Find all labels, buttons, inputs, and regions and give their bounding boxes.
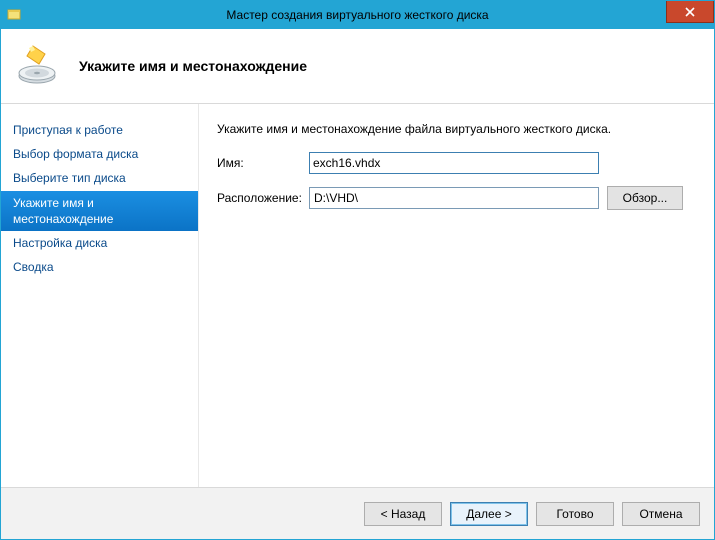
sidebar-step-start[interactable]: Приступая к работе <box>1 118 198 142</box>
location-row: Расположение: Обзор... <box>217 186 698 210</box>
wizard-body: Приступая к работе Выбор формата диска В… <box>1 104 714 487</box>
sidebar-step-format[interactable]: Выбор формата диска <box>1 142 198 166</box>
wizard-window: Мастер создания виртуального жесткого ди… <box>0 0 715 540</box>
cancel-button[interactable]: Отмена <box>622 502 700 526</box>
name-label: Имя: <box>217 156 309 170</box>
sidebar-step-type[interactable]: Выберите тип диска <box>1 166 198 190</box>
app-icon <box>7 7 23 23</box>
disk-icon <box>15 44 59 88</box>
close-button[interactable] <box>666 1 714 23</box>
location-input[interactable] <box>309 187 599 209</box>
name-input[interactable]: exch16.vhdx <box>309 152 599 174</box>
window-title: Мастер создания виртуального жесткого ди… <box>1 8 714 22</box>
name-input-selection: exch16.vhdx <box>313 156 380 170</box>
sidebar-step-configure[interactable]: Настройка диска <box>1 231 198 255</box>
wizard-footer: < Назад Далее > Готово Отмена <box>1 487 714 539</box>
next-button[interactable]: Далее > <box>450 502 528 526</box>
back-button[interactable]: < Назад <box>364 502 442 526</box>
page-title: Укажите имя и местонахождение <box>79 58 307 74</box>
content-description: Укажите имя и местонахождение файла вирт… <box>217 122 698 136</box>
steps-sidebar: Приступая к работе Выбор формата диска В… <box>1 104 199 487</box>
wizard-content: Укажите имя и местонахождение файла вирт… <box>199 104 714 487</box>
finish-button[interactable]: Готово <box>536 502 614 526</box>
location-label: Расположение: <box>217 191 309 205</box>
browse-button[interactable]: Обзор... <box>607 186 683 210</box>
wizard-header: Укажите имя и местонахождение <box>1 29 714 104</box>
titlebar: Мастер создания виртуального жесткого ди… <box>1 1 714 29</box>
sidebar-step-summary[interactable]: Сводка <box>1 255 198 279</box>
sidebar-step-name-location[interactable]: Укажите имя и местонахождение <box>1 191 198 231</box>
name-row: Имя: exch16.vhdx <box>217 152 698 174</box>
